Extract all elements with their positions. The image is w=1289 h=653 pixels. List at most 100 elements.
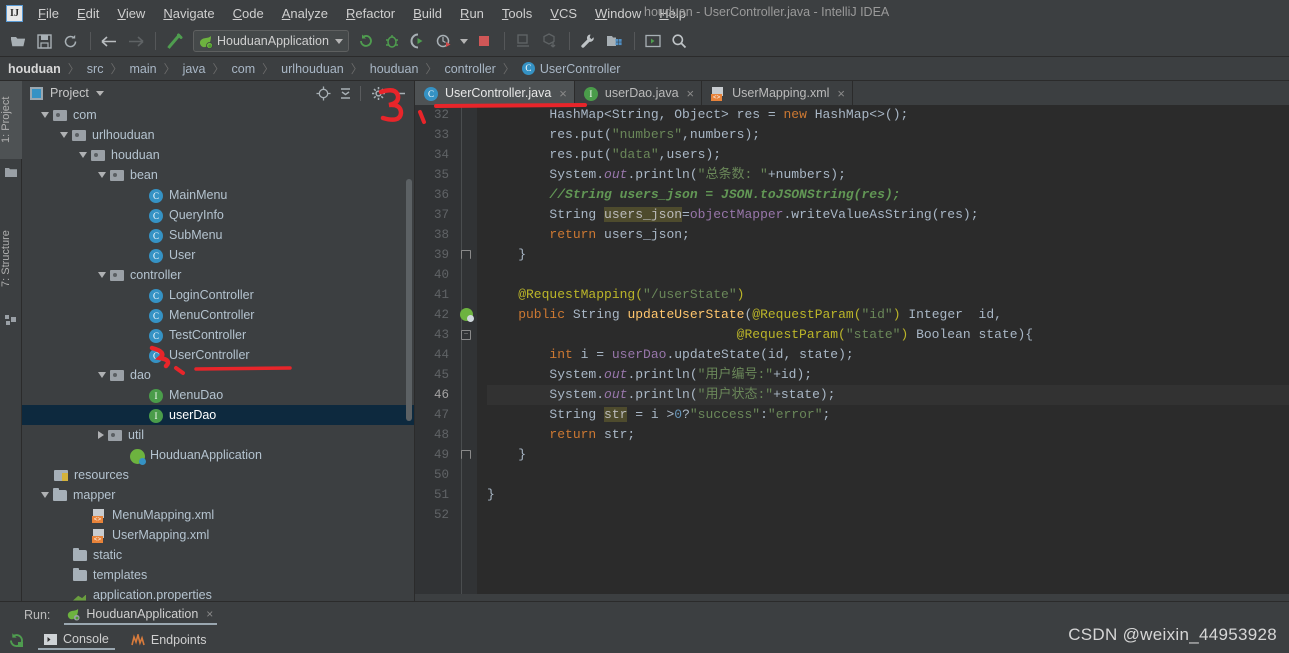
- tree-item-mapper[interactable]: mapper: [22, 485, 414, 505]
- gutter-line-36[interactable]: 36: [415, 185, 477, 205]
- chevron-down-icon[interactable]: [334, 38, 343, 44]
- editor-tab-userdao-java[interactable]: IuserDao.java ×: [575, 81, 703, 105]
- tree-item-usercontroller[interactable]: C UserController: [22, 345, 414, 365]
- chevron-down-icon[interactable]: [60, 132, 68, 138]
- close-icon[interactable]: ×: [559, 87, 567, 100]
- tree-item-userdao[interactable]: IuserDao: [22, 405, 414, 425]
- menu-item-code[interactable]: Code: [224, 3, 273, 24]
- menu-item-view[interactable]: View: [108, 3, 154, 24]
- tree-item-user[interactable]: C User: [22, 245, 414, 265]
- project-structure-icon[interactable]: [602, 29, 626, 53]
- tree-item-resources[interactable]: resources: [22, 465, 414, 485]
- close-icon[interactable]: ×: [837, 87, 845, 100]
- gutter-line-48[interactable]: 48: [415, 425, 477, 445]
- menu-item-run[interactable]: Run: [451, 3, 493, 24]
- menu-item-build[interactable]: Build: [404, 3, 451, 24]
- breadcrumb-item-leaf[interactable]: UserController: [540, 62, 621, 76]
- tree-item-static[interactable]: static: [22, 545, 414, 565]
- rerun-icon[interactable]: [4, 629, 28, 651]
- editor-gutter[interactable]: 32 33 34 35 36 37 38 39 40 41 42 43−44 45 46 47 48 49 50 5…: [415, 105, 477, 601]
- breadcrumb-item-src[interactable]: src: [87, 62, 104, 76]
- tree-item-com[interactable]: com: [22, 105, 414, 125]
- tree-item-controller[interactable]: controller: [22, 265, 414, 285]
- gutter-line-38[interactable]: 38: [415, 225, 477, 245]
- menu-item-analyze[interactable]: Analyze: [273, 3, 337, 24]
- tree-item-templates[interactable]: templates: [22, 565, 414, 585]
- menu-item-refactor[interactable]: Refactor: [337, 3, 404, 24]
- run-config-tab[interactable]: HouduanApplication ×: [64, 604, 218, 625]
- code-fold-icon[interactable]: [461, 450, 471, 459]
- open-terminal-icon[interactable]: [641, 29, 665, 53]
- tree-item-mainmenu[interactable]: C MainMenu: [22, 185, 414, 205]
- locate-target-icon[interactable]: [313, 83, 333, 103]
- spring-bean-gutter-icon[interactable]: [460, 308, 474, 322]
- breadcrumb-item-controller[interactable]: controller: [444, 62, 495, 76]
- gutter-line-41[interactable]: 41: [415, 285, 477, 305]
- tree-item-menucontroller[interactable]: C MenuController: [22, 305, 414, 325]
- tree-item-menudao[interactable]: I MenuDao: [22, 385, 414, 405]
- chevron-down-icon[interactable]: [79, 152, 87, 158]
- gutter-line-44[interactable]: 44: [415, 345, 477, 365]
- tree-item-urlhouduan[interactable]: urlhouduan: [22, 125, 414, 145]
- close-icon[interactable]: ×: [687, 87, 695, 100]
- build-hammer-icon[interactable]: [162, 29, 186, 53]
- tree-item-dao[interactable]: dao: [22, 365, 414, 385]
- tree-item-submenu[interactable]: C SubMenu: [22, 225, 414, 245]
- gutter-line-39[interactable]: 39: [415, 245, 477, 265]
- sync-icon[interactable]: [58, 29, 82, 53]
- tree-item-bean[interactable]: bean: [22, 165, 414, 185]
- tree-item-usermapping-xml[interactable]: UserMapping.xml: [22, 525, 414, 545]
- gutter-line-34[interactable]: 34: [415, 145, 477, 165]
- gutter-line-51[interactable]: 51: [415, 485, 477, 505]
- chevron-down-icon[interactable]: [41, 112, 49, 118]
- menu-item-edit[interactable]: Edit: [68, 3, 108, 24]
- tree-item-testcontroller[interactable]: C TestController: [22, 325, 414, 345]
- run-configuration-selector[interactable]: HouduanApplication: [193, 30, 349, 52]
- gutter-line-49[interactable]: 49: [415, 445, 477, 465]
- sidebar-item-structure[interactable]: 7: Structure: [0, 211, 22, 307]
- gutter-line-32[interactable]: 32: [415, 105, 477, 125]
- run-with-coverage-icon[interactable]: [406, 29, 430, 53]
- open-folder-icon[interactable]: [6, 29, 30, 53]
- chevron-down-icon[interactable]: [98, 372, 106, 378]
- gutter-line-35[interactable]: 35: [415, 165, 477, 185]
- tree-item-menumapping-xml[interactable]: MenuMapping.xml: [22, 505, 414, 525]
- menu-item-file[interactable]: File: [29, 3, 68, 24]
- back-arrow-icon[interactable]: [97, 29, 121, 53]
- code-fold-icon[interactable]: [461, 250, 471, 259]
- chevron-down-icon[interactable]: [98, 272, 106, 278]
- breadcrumb-item-com[interactable]: com: [232, 62, 256, 76]
- project-file-tree[interactable]: com urlhouduan houduan bean C MainMenu C QueryI…: [22, 105, 414, 601]
- menu-item-navigate[interactable]: Navigate: [154, 3, 223, 24]
- gear-icon[interactable]: [368, 83, 388, 103]
- collapse-all-icon[interactable]: [335, 83, 355, 103]
- save-all-icon[interactable]: [32, 29, 56, 53]
- editor-horizontal-scrollbar[interactable]: [415, 594, 1289, 601]
- chevron-down-icon[interactable]: [98, 172, 106, 178]
- menu-item-tools[interactable]: Tools: [493, 3, 541, 24]
- gutter-line-43[interactable]: 43−: [415, 325, 477, 345]
- tree-item-application-properties[interactable]: application.properties: [22, 585, 414, 601]
- stop-icon[interactable]: [472, 29, 496, 53]
- breadcrumb-item-urlhouduan[interactable]: urlhouduan: [281, 62, 344, 76]
- sidebar-item-project[interactable]: 1: Project: [0, 81, 22, 159]
- hide-panel-icon[interactable]: [390, 83, 410, 103]
- rerun-icon[interactable]: [354, 29, 378, 53]
- menu-item-window[interactable]: Window: [586, 3, 650, 24]
- code-fold-icon[interactable]: −: [461, 330, 471, 340]
- gutter-line-42[interactable]: 42: [415, 305, 477, 325]
- profiler-dropdown-icon[interactable]: [458, 29, 470, 53]
- tab-endpoints[interactable]: Endpoints: [125, 631, 213, 649]
- breadcrumb-item-java[interactable]: java: [183, 62, 206, 76]
- project-view-chevron-down-icon[interactable]: [95, 90, 104, 96]
- tab-console[interactable]: Console: [38, 630, 115, 650]
- gutter-line-45[interactable]: 45: [415, 365, 477, 385]
- project-tree-scrollbar[interactable]: [406, 179, 412, 421]
- chevron-right-icon[interactable]: [98, 431, 104, 439]
- gutter-line-46[interactable]: 46: [415, 385, 477, 405]
- structure-grid-icon[interactable]: [5, 313, 17, 325]
- tree-item-houduan[interactable]: houduan: [22, 145, 414, 165]
- settings-wrench-icon[interactable]: [576, 29, 600, 53]
- tree-item-util[interactable]: util: [22, 425, 414, 445]
- editor-tab-usermapping-xml[interactable]: UserMapping.xml ×: [702, 81, 853, 105]
